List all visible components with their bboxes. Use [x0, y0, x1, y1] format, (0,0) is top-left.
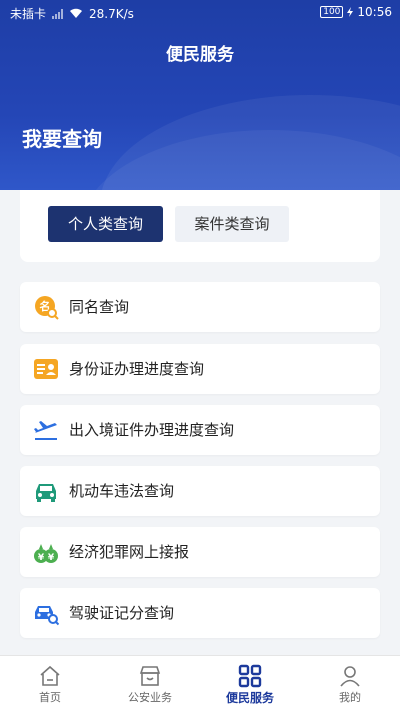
signal-icon	[52, 8, 64, 19]
page-title: 便民服务	[166, 45, 234, 65]
home-icon	[40, 665, 60, 686]
name-search-icon: 名	[35, 296, 59, 320]
svg-text:¥: ¥	[38, 553, 45, 563]
grid-icon	[238, 664, 262, 688]
battery-icon: 100	[320, 6, 344, 18]
nav-label: 首页	[39, 691, 61, 704]
list-item-label: 身份证办理进度查询	[69, 360, 205, 378]
list-item-label: 出入境证件办理进度查询	[69, 421, 235, 439]
car-search-icon	[35, 606, 59, 626]
list-item-vehicle-violation[interactable]: 机动车违法查询	[20, 466, 380, 516]
carrier-text: 未插卡	[10, 7, 47, 21]
money-bags-icon: ¥ ¥	[34, 544, 58, 563]
header-banner: 未插卡 28.7K/s 100 10:56 便民服务 我要查询	[0, 0, 400, 190]
nav-label: 公安业务	[128, 691, 172, 704]
user-icon	[340, 666, 360, 687]
nav-label: 便民服务	[225, 691, 274, 705]
car-icon	[36, 484, 56, 502]
tab-personal-query[interactable]: 个人类查询	[48, 206, 163, 242]
tab-case-query[interactable]: 案件类查询	[175, 206, 289, 242]
airplane-icon	[34, 421, 57, 440]
bottom-nav-bar: 首页 公安业务 便民服务 我的	[0, 655, 400, 711]
section-title: 我要查询	[22, 127, 102, 151]
list-item-id-card-progress[interactable]: 身份证办理进度查询	[20, 344, 380, 394]
list-item-same-name-query[interactable]: 名 同名查询	[20, 282, 380, 332]
list-item-exit-entry-progress[interactable]: 出入境证件办理进度查询	[20, 405, 380, 455]
list-item-license-points[interactable]: 驾驶证记分查询	[20, 588, 380, 638]
network-speed: 28.7K/s	[89, 6, 134, 21]
shop-icon	[139, 666, 161, 686]
nav-label: 我的	[339, 691, 361, 704]
status-bar: 未插卡 28.7K/s 100 10:56	[0, 0, 400, 24]
svg-text:¥: ¥	[48, 553, 55, 563]
query-type-tabs: 个人类查询 案件类查询	[20, 190, 380, 262]
wifi-icon	[70, 8, 83, 18]
nav-convenience-services[interactable]: 便民服务	[200, 656, 300, 711]
clock-time: 10:56	[357, 5, 392, 19]
list-item-label: 同名查询	[69, 298, 130, 316]
list-item-economic-crime-report[interactable]: ¥ ¥ 经济犯罪网上接报	[20, 527, 380, 577]
id-card-icon	[34, 359, 58, 379]
list-item-label: 驾驶证记分查询	[69, 604, 175, 622]
charging-icon	[347, 7, 354, 17]
nav-mine[interactable]: 我的	[300, 656, 400, 711]
nav-police-business[interactable]: 公安业务	[100, 656, 200, 711]
list-item-label: 经济犯罪网上接报	[69, 543, 190, 561]
list-item-label: 机动车违法查询	[69, 482, 175, 500]
nav-home[interactable]: 首页	[0, 656, 100, 711]
